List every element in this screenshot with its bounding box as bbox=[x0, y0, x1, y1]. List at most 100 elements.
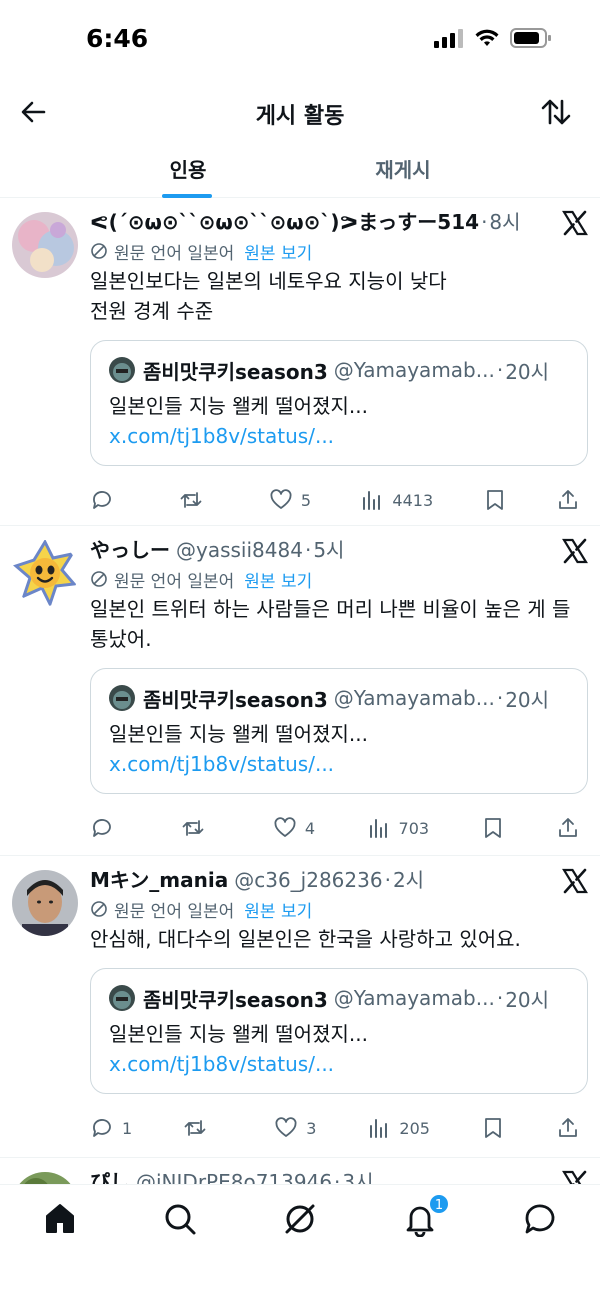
reply-icon bbox=[93, 491, 111, 509]
reply-count: 1 bbox=[122, 1118, 133, 1138]
post-time[interactable]: 5시 bbox=[313, 534, 344, 563]
repost-icon bbox=[181, 492, 202, 508]
view-original-link[interactable]: 원본 보기 bbox=[244, 567, 312, 592]
nav-grok[interactable] bbox=[282, 1201, 318, 1237]
post-text: 일본인보다는 일본의 네토우요 지능이 낮다 전원 경계 수준 bbox=[90, 269, 447, 323]
home-icon bbox=[46, 1204, 74, 1233]
quoted-post[interactable]: 좀비맛쿠키season3 @Yamayamab... · 20시 일본인들 지능… bbox=[90, 968, 588, 1094]
repost-button[interactable] bbox=[179, 488, 219, 512]
post-body: ぴし @iNJDrPE8o713946 · 3시 bbox=[90, 1158, 588, 1184]
quoted-text: 일본인들 지능 왤케 떨어졌지... bbox=[109, 1022, 368, 1046]
quoted-post-header: 좀비맛쿠키season3 @Yamayamab... · 20시 bbox=[109, 683, 569, 713]
like-button[interactable]: 4 bbox=[273, 816, 315, 840]
quoted-author-handle: @Yamayamab... bbox=[333, 358, 495, 382]
post-time[interactable]: 8시 bbox=[489, 206, 520, 235]
like-button[interactable]: 5 bbox=[269, 488, 311, 512]
quoted-link[interactable]: x.com/tj1b8v/status/... bbox=[109, 1052, 334, 1076]
quoted-post[interactable]: 좀비맛쿠키season3 @Yamayamab... · 20시 일본인들 지능… bbox=[90, 340, 588, 466]
status-icons bbox=[434, 28, 552, 48]
share-icon bbox=[559, 818, 577, 837]
reply-button[interactable] bbox=[90, 488, 130, 512]
wifi-icon bbox=[475, 29, 499, 46]
separator-dot: · bbox=[481, 210, 488, 234]
top-nav-header: 게시 활동 bbox=[0, 80, 600, 146]
share-button[interactable] bbox=[556, 1116, 580, 1140]
author-handle[interactable]: @iNJDrPE8o713946 bbox=[136, 1170, 332, 1184]
x-logo-icon bbox=[562, 1170, 587, 1184]
translation-row: 원문 언어 일본어 원본 보기 bbox=[90, 896, 588, 922]
quoted-author-name: 좀비맛쿠키season3 bbox=[143, 987, 328, 1012]
view-original-link[interactable]: 원본 보기 bbox=[244, 897, 312, 922]
separator-dot: · bbox=[496, 358, 504, 382]
author-name[interactable]: Mキン_mania bbox=[90, 864, 228, 893]
reply-button[interactable] bbox=[90, 816, 130, 840]
avatar[interactable] bbox=[12, 870, 78, 936]
view-original-link[interactable]: 원본 보기 bbox=[244, 239, 312, 264]
post[interactable]: ᕙ(´⊙ω⊙``⊙ω⊙``⊙ω⊙`)ᕗまっすー514 · 8시 원문 언어 일본… bbox=[0, 198, 600, 526]
views-button[interactable]: 703 bbox=[367, 816, 430, 840]
status-time: 6:46 bbox=[86, 24, 149, 53]
post-actions: 4 703 bbox=[90, 800, 588, 856]
bookmark-icon bbox=[485, 1118, 501, 1138]
author-handle[interactable]: @yassii8484 bbox=[176, 538, 303, 562]
quoted-link[interactable]: x.com/tj1b8v/status/... bbox=[109, 752, 334, 776]
post-time[interactable]: 3시 bbox=[342, 1166, 373, 1184]
post-actions: 5 4413 bbox=[90, 472, 588, 528]
bookmark-button[interactable] bbox=[483, 488, 507, 512]
messages-icon bbox=[525, 1204, 555, 1234]
avatar[interactable] bbox=[12, 540, 78, 606]
reply-icon bbox=[93, 819, 111, 837]
views-button[interactable]: 4413 bbox=[360, 488, 433, 512]
translation-row: 원문 언어 일본어 원본 보기 bbox=[90, 566, 588, 592]
author-handle[interactable]: @c36_j286236 bbox=[234, 868, 382, 892]
nav-home[interactable] bbox=[42, 1201, 78, 1237]
bookmark-button[interactable] bbox=[481, 1116, 505, 1140]
repost-button[interactable] bbox=[183, 1116, 223, 1140]
separator-dot: · bbox=[304, 538, 312, 562]
post-text: 일본인 트위터 하는 사람들은 머리 나쁜 비율이 높은 게 들통났어. bbox=[90, 597, 571, 651]
nav-notifications[interactable]: 1 bbox=[402, 1193, 450, 1238]
views-button[interactable]: 205 bbox=[367, 1116, 430, 1140]
author-name[interactable]: ぴし bbox=[90, 1166, 130, 1184]
quoted-author-name: 좀비맛쿠키season3 bbox=[143, 687, 328, 712]
views-icon bbox=[370, 1119, 388, 1138]
bookmark-icon bbox=[484, 818, 501, 838]
tab-quotes[interactable]: 인용 bbox=[148, 154, 228, 198]
share-button[interactable] bbox=[556, 488, 580, 512]
quoted-post-time: 20시 bbox=[505, 687, 550, 712]
grok-icon bbox=[285, 1204, 315, 1234]
x-logo-icon bbox=[562, 868, 588, 894]
avatar[interactable] bbox=[12, 212, 78, 278]
share-button[interactable] bbox=[556, 816, 580, 840]
like-button[interactable]: 3 bbox=[274, 1116, 316, 1140]
repost-button[interactable] bbox=[181, 816, 221, 840]
views-count: 703 bbox=[398, 818, 430, 838]
quoted-author-name: 좀비맛쿠키season3 bbox=[143, 359, 328, 384]
bookmark-icon bbox=[486, 490, 503, 510]
post[interactable]: やっしー @yassii8484 · 5시 원문 언어 일본어 원본 보기 일본… bbox=[0, 526, 600, 856]
like-count: 5 bbox=[300, 490, 311, 510]
quoted-author-handle: @Yamayamab... bbox=[333, 986, 495, 1010]
author-name[interactable]: ᕙ(´⊙ω⊙``⊙ω⊙``⊙ω⊙`)ᕗまっすー514 bbox=[90, 206, 479, 235]
cellular-signal-icon bbox=[434, 29, 463, 48]
tab-quotes-label: 인용 bbox=[169, 158, 207, 182]
quoted-post-text: 일본인들 지능 왤케 떨어졌지... x.com/tj1b8v/status/.… bbox=[109, 719, 569, 779]
quoted-post[interactable]: 좀비맛쿠키season3 @Yamayamab... · 20시 일본인들 지능… bbox=[90, 668, 588, 794]
post[interactable]: ぴし @iNJDrPE8o713946 · 3시 bbox=[0, 1158, 600, 1184]
nav-messages[interactable] bbox=[522, 1201, 558, 1237]
reply-button[interactable]: 1 bbox=[90, 1116, 132, 1140]
sort-button[interactable] bbox=[540, 96, 572, 128]
separator-dot: · bbox=[334, 1170, 341, 1184]
separator-dot: · bbox=[496, 686, 504, 710]
tab-reposts[interactable]: 재게시 bbox=[358, 154, 448, 198]
quoted-link[interactable]: x.com/tj1b8v/status/... bbox=[109, 424, 334, 448]
avatar[interactable] bbox=[12, 1172, 78, 1184]
like-icon bbox=[274, 817, 296, 837]
bookmark-button[interactable] bbox=[481, 816, 505, 840]
post-body: やっしー @yassii8484 · 5시 원문 언어 일본어 원본 보기 일본… bbox=[90, 526, 588, 856]
post[interactable]: Mキン_mania @c36_j286236 · 2시 원문 언어 일본어 원본… bbox=[0, 856, 600, 1158]
post-time[interactable]: 2시 bbox=[393, 864, 424, 893]
author-name[interactable]: やっしー bbox=[90, 534, 170, 563]
like-icon bbox=[270, 489, 292, 509]
nav-search[interactable] bbox=[162, 1201, 198, 1237]
